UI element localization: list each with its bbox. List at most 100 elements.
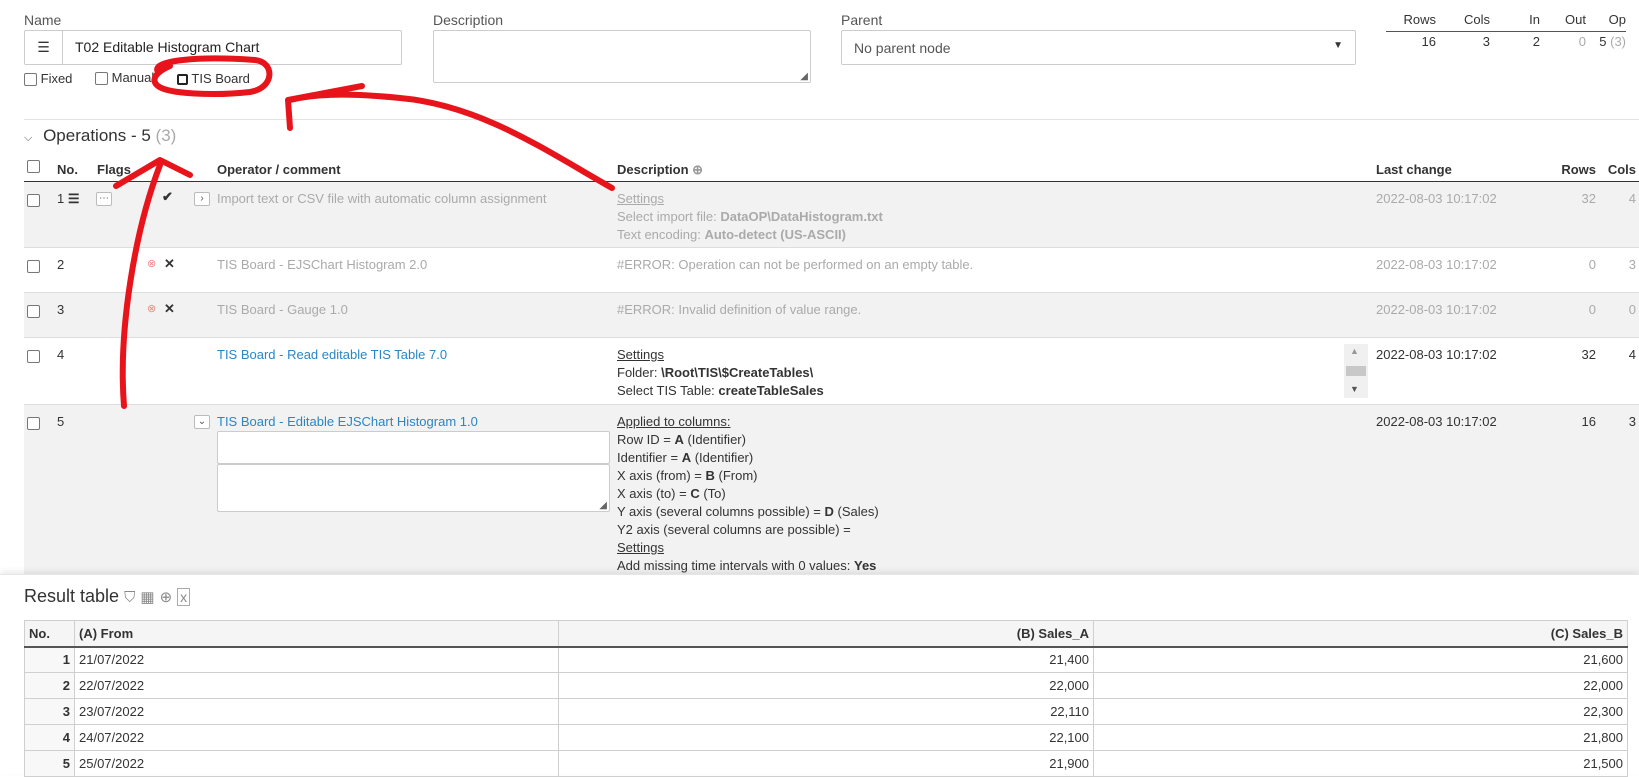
more-options-button[interactable]: ⋯: [96, 192, 112, 206]
col-count: 4: [1628, 191, 1636, 206]
desc-settings-link[interactable]: Settings: [617, 346, 1297, 364]
table-row[interactable]: 2 22/07/2022 22,000 22,000: [24, 672, 1628, 699]
cell-sales-a: 22,000: [558, 672, 1094, 699]
operator-name[interactable]: TIS Board - EJSChart Histogram 2.0: [217, 256, 427, 274]
description-textarea[interactable]: ◢: [433, 30, 811, 83]
collapse-button[interactable]: ⌄: [194, 415, 210, 429]
comment-textarea[interactable]: ◢: [217, 464, 610, 512]
table-row[interactable]: 4 24/07/2022 22,100 21,800: [24, 724, 1628, 751]
description-text: Applied to columns: Row ID = A (Identifi…: [617, 413, 1297, 574]
row-number: 3: [24, 698, 75, 725]
cell-sales-b: 21,600: [1093, 646, 1628, 673]
row-checkbox[interactable]: [27, 350, 40, 363]
desc-line-value: B: [705, 468, 715, 483]
operator-name[interactable]: TIS Board - Editable EJSChart Histogram …: [217, 413, 478, 431]
result-col-sales-b[interactable]: (C) Sales_B: [1093, 620, 1628, 648]
operator-name[interactable]: Import text or CSV file with automatic c…: [217, 190, 546, 208]
description-text: Settings Select import file: DataOP\Data…: [617, 190, 1297, 246]
fixed-checkbox-box[interactable]: [24, 73, 37, 87]
operations-toggle[interactable]: ⌵ Operations - 5 (3): [24, 126, 176, 146]
table-icon[interactable]: ▦: [140, 589, 154, 606]
stat-in-header: In: [1529, 12, 1540, 27]
result-col-from[interactable]: (A) From: [74, 620, 559, 648]
stat-rows-value: 16: [1421, 34, 1436, 49]
table-row[interactable]: 1 21/07/2022 21,400 21,600: [24, 646, 1628, 673]
resize-handle-icon[interactable]: ◢: [800, 71, 808, 82]
description-scrollbar[interactable]: ▲ ▼: [1344, 344, 1368, 398]
desc-line: Identifier = A (Identifier): [617, 449, 1297, 467]
comment-input[interactable]: [217, 431, 610, 464]
operator-name[interactable]: TIS Board - Gauge 1.0: [217, 301, 348, 319]
stat-rows-header: Rows: [1403, 12, 1436, 27]
desc-line-suffix: (Identifier): [683, 432, 746, 447]
operator-name[interactable]: TIS Board - Read editable TIS Table 7.0: [217, 346, 447, 364]
operation-row[interactable]: 5 ⌄ TIS Board - Editable EJSChart Histog…: [24, 405, 1639, 574]
last-change: 2022-08-03 10:17:02: [1376, 347, 1497, 362]
result-title-bar: Result table ⛉ ▦ ⊕ x: [24, 586, 191, 607]
row-checkbox[interactable]: [27, 194, 40, 207]
zoom-icon[interactable]: ⊕: [160, 589, 173, 606]
menu-icon[interactable]: ☰: [25, 31, 63, 64]
close-icon[interactable]: ✕: [164, 256, 175, 272]
close-icon[interactable]: ✕: [164, 301, 175, 317]
desc-line-value: DataOP\DataHistogram.txt: [720, 209, 883, 224]
result-col-sales-a[interactable]: (B) Sales_A: [558, 620, 1094, 648]
scroll-up-icon[interactable]: ▲: [1350, 346, 1359, 356]
manual-checkbox-box[interactable]: [95, 72, 108, 86]
parent-select[interactable]: No parent node ▼: [841, 30, 1356, 65]
desc-line-label: Select TIS Table:: [617, 383, 719, 398]
name-field[interactable]: ☰ T02 Editable Histogram Chart: [24, 30, 402, 65]
desc-line: X axis (to) = C (To): [617, 485, 1297, 503]
desc-line-label: Row ID =: [617, 432, 675, 447]
row-checkbox[interactable]: [27, 260, 40, 273]
desc-line-value: createTableSales: [718, 383, 824, 398]
filter-icon[interactable]: ⛉: [124, 589, 135, 606]
table-row[interactable]: 5 25/07/2022 21,900 21,500: [24, 750, 1628, 777]
stat-in-value: 2: [1532, 34, 1540, 49]
desc-line: Select TIS Table: createTableSales: [617, 382, 1297, 400]
result-col-no[interactable]: No.: [24, 620, 75, 648]
description-text: #ERROR: Operation can not be performed o…: [617, 257, 974, 272]
excel-export-icon[interactable]: x: [177, 588, 191, 606]
operation-row[interactable]: 4 TIS Board - Read editable TIS Table 7.…: [24, 338, 1639, 405]
operation-row[interactable]: 1 ☰ ⋯ ✔ › Import text or CSV file with a…: [24, 182, 1639, 248]
desc-line-value: D: [824, 504, 834, 519]
cell-sales-a: 21,400: [558, 646, 1094, 673]
desc-settings-link[interactable]: Settings: [617, 190, 1297, 208]
chevron-down-icon: ▼: [1333, 40, 1343, 51]
zoom-icon[interactable]: ⊕: [692, 162, 703, 177]
fixed-checkbox[interactable]: Fixed: [24, 71, 73, 87]
tis-board-checkbox-box[interactable]: [177, 74, 188, 86]
result-header-row: No. (A) From (B) Sales_A (C) Sales_B: [24, 620, 1628, 648]
table-row[interactable]: 3 23/07/2022 22,110 22,300: [24, 698, 1628, 725]
desc-line: Y2 axis (several columns are possible) =: [617, 522, 851, 537]
row-checkbox[interactable]: [27, 417, 40, 430]
manual-checkbox[interactable]: Manual: [95, 70, 154, 86]
scroll-down-icon[interactable]: ▼: [1350, 384, 1359, 394]
select-all-checkbox[interactable]: [27, 160, 40, 173]
desc-line-value: Auto-detect (US-ASCII): [704, 227, 846, 242]
scrollbar-thumb[interactable]: [1346, 366, 1366, 376]
row-checkbox[interactable]: [27, 305, 40, 318]
list-icon: ☰: [67, 191, 80, 206]
desc-line-label: Folder:: [617, 365, 662, 380]
description-label: Description: [433, 12, 504, 28]
error-icon: ⊗: [147, 258, 157, 270]
cell-sales-a: 21,900: [558, 750, 1094, 777]
desc-settings-link[interactable]: Settings: [617, 539, 1297, 557]
name-label: Name: [24, 12, 62, 28]
stats-divider: [1386, 31, 1626, 32]
expand-button[interactable]: ›: [194, 192, 210, 206]
operation-row[interactable]: 2 ⊗ ✕ TIS Board - EJSChart Histogram 2.0…: [24, 248, 1639, 293]
chevron-down-icon[interactable]: ⌵: [24, 132, 32, 144]
fixed-checkbox-label: Fixed: [40, 71, 73, 86]
last-change: 2022-08-03 10:17:02: [1376, 257, 1497, 272]
col-count: 3: [1628, 414, 1636, 429]
resize-handle-icon[interactable]: ◢: [599, 500, 607, 511]
operation-row[interactable]: 3 ⊗ ✕ TIS Board - Gauge 1.0 #ERROR: Inva…: [24, 293, 1639, 338]
col-flags: Flags: [97, 162, 131, 177]
name-value[interactable]: T02 Editable Histogram Chart: [75, 39, 259, 55]
stat-op-header: Op: [1608, 12, 1626, 27]
col-description: Description ⊕: [617, 162, 703, 178]
tis-board-checkbox[interactable]: TIS Board: [175, 71, 250, 86]
